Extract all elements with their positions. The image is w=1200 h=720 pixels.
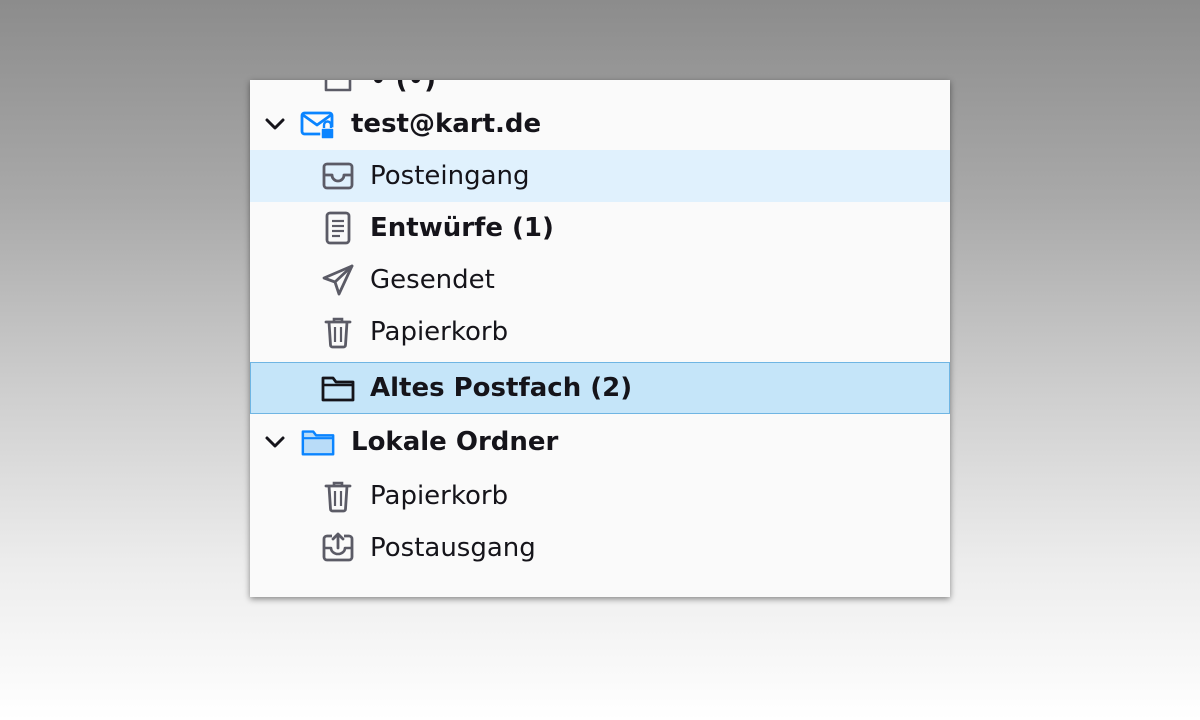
chevron-down-icon[interactable] [262, 429, 288, 455]
sent-icon [320, 262, 356, 298]
folder-item-posteingang[interactable]: Posteingang [250, 150, 950, 202]
folder-icon [320, 370, 356, 406]
account-row-test-kart[interactable]: test@kart.de [250, 98, 950, 150]
folder-item-gesendet[interactable]: Gesendet [250, 254, 950, 306]
inbox-icon [320, 158, 356, 194]
folder-label: Postausgang [370, 533, 536, 563]
chevron-down-icon[interactable] [262, 111, 288, 137]
mail-lock-icon [300, 106, 336, 142]
local-folder-icon [300, 424, 336, 460]
account-name: Lokale Ordner [351, 427, 559, 457]
folder-label: Papierkorb [370, 481, 509, 511]
folder-item-entwuerfe[interactable]: Entwürfe (1) [250, 202, 950, 254]
folder-label: • (•) [370, 80, 437, 95]
outbox-icon [320, 530, 356, 566]
folder-label: Entwürfe (1) [370, 213, 554, 243]
folder-label: Altes Postfach (2) [370, 373, 633, 403]
folder-label: Papierkorb [370, 317, 509, 347]
folder-item-papierkorb-lokal[interactable]: Papierkorb [250, 470, 950, 522]
account-name: test@kart.de [351, 109, 542, 139]
trash-icon [320, 478, 356, 514]
folder-pane: • (•) test@kart.de Posteingang Entwürfe … [250, 80, 950, 597]
account-row-lokale-ordner[interactable]: Lokale Ordner [250, 416, 950, 468]
folder-item-postausgang[interactable]: Postausgang [250, 522, 950, 574]
drafts-icon [320, 210, 356, 246]
folder-label: Posteingang [370, 161, 530, 191]
folder-item-papierkorb[interactable]: Papierkorb [250, 306, 950, 358]
folder-label: Gesendet [370, 265, 495, 295]
folder-item-altes-postfach[interactable]: Altes Postfach (2) [250, 362, 950, 414]
folder-icon [320, 80, 356, 98]
trash-icon [320, 314, 356, 350]
